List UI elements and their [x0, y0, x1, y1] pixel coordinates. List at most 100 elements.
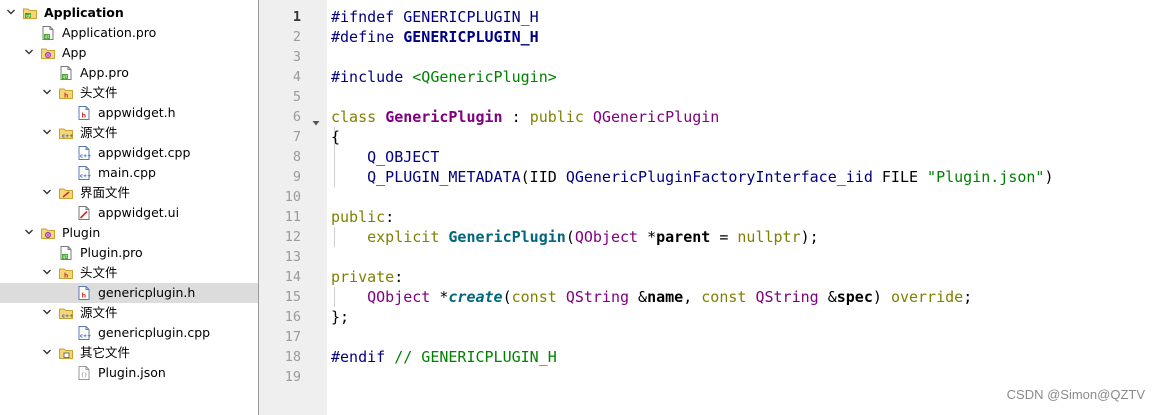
code-line[interactable]: Q_OBJECT: [331, 147, 439, 167]
code-line[interactable]: explicit GenericPlugin(QObject *parent =…: [331, 227, 819, 247]
fold-marker-icon[interactable]: [312, 112, 320, 126]
svg-text:h: h: [64, 93, 68, 100]
tree-item-label: 其它文件: [80, 345, 131, 360]
code-token: parent: [656, 228, 711, 246]
tree-item[interactable]: c++ 源文件: [0, 123, 258, 143]
code-token: QGenericPlugin: [592, 108, 720, 126]
tree-item[interactable]: h genericplugin.h: [0, 283, 258, 303]
chevron-down-icon[interactable]: [42, 187, 52, 197]
tree-item-label: 界面文件: [80, 185, 131, 200]
header-folder-icon: h: [58, 265, 74, 281]
line-number-gutter: 1 2 3 4 5 6 7 8 9 10 11 12 13 14 15 16 17 18 19: [259, 0, 327, 415]
code-token: explicit: [367, 228, 449, 246]
chevron-down-icon[interactable]: [42, 127, 52, 137]
tree-item[interactable]: c++ main.cpp: [0, 163, 258, 183]
code-token: :: [385, 208, 395, 226]
tree-item[interactable]: appwidget.ui: [0, 203, 258, 223]
chevron-down-icon[interactable]: [42, 87, 52, 97]
code-token: ): [872, 288, 891, 306]
svg-text:c++: c++: [62, 134, 73, 140]
tree-item[interactable]: qt Application.pro: [0, 23, 258, 43]
chevron-down-icon[interactable]: [42, 307, 52, 317]
tree-item[interactable]: c++ appwidget.cpp: [0, 143, 258, 163]
tree-item[interactable]: 界面文件: [0, 183, 258, 203]
tree-item[interactable]: qt App.pro: [0, 63, 258, 83]
chevron-down-icon[interactable]: [42, 347, 52, 357]
cpp-file-icon: c++: [76, 145, 92, 161]
code-line[interactable]: #define GENERICPLUGIN_H: [331, 27, 539, 47]
tree-item[interactable]: h 头文件: [0, 263, 258, 283]
tree-item[interactable]: Plugin: [0, 223, 258, 243]
svg-text:qt: qt: [26, 13, 31, 19]
tree-item-label: Application: [44, 5, 124, 20]
code-token: #include: [331, 68, 413, 86]
header-file-icon: h: [76, 105, 92, 121]
watermark: CSDN @Simon@QZTV: [1006, 387, 1145, 402]
tree-item[interactable]: 其它文件: [0, 343, 258, 363]
tree-item-label: appwidget.h: [98, 105, 176, 120]
code-token: const: [701, 288, 756, 306]
tree-item[interactable]: h appwidget.h: [0, 103, 258, 123]
line-number: 19: [284, 369, 301, 385]
code-token: ): [1044, 168, 1054, 186]
tree-item-label: genericplugin.cpp: [98, 325, 211, 340]
svg-text:qt: qt: [63, 254, 68, 260]
ui-file-icon: [76, 205, 92, 221]
tree-item[interactable]: App: [0, 43, 258, 63]
code-editor[interactable]: 1 2 3 4 5 6 7 8 9 10 11 12 13 14 15 16 17 18 19 #ifndef GE…: [259, 0, 1159, 415]
code-line[interactable]: #include <QGenericPlugin>: [331, 67, 557, 87]
code-line[interactable]: #ifndef GENERICPLUGIN_H: [331, 7, 539, 27]
code-token: GENERICPLUGIN_H: [403, 8, 539, 26]
project-tree[interactable]: qt Application qt Application.pro App qt App.p…: [0, 0, 259, 415]
code-token: {: [331, 128, 341, 146]
code-line[interactable]: };: [331, 307, 349, 327]
code-line[interactable]: Q_PLUGIN_METADATA(IID QGenericPluginFact…: [331, 167, 1053, 187]
line-number: 11: [284, 209, 301, 225]
tree-item-label: Plugin.pro: [80, 245, 143, 260]
code-line[interactable]: #endif // GENERICPLUGIN_H: [331, 347, 557, 367]
tree-item-label: App.pro: [80, 65, 129, 80]
line-number: 4: [292, 69, 301, 85]
tree-item-label: Application.pro: [62, 25, 157, 40]
forms-folder-icon: [58, 185, 74, 201]
code-token: =: [710, 228, 738, 246]
line-number: 15: [284, 289, 301, 305]
code-line[interactable]: {: [331, 127, 340, 147]
tree-item[interactable]: {} Plugin.json: [0, 363, 258, 383]
line-number: 14: [284, 269, 301, 285]
tree-item[interactable]: c++ genericplugin.cpp: [0, 323, 258, 343]
code-token: :: [502, 108, 530, 126]
code-line[interactable]: class GenericPlugin : public QGenericPlu…: [331, 107, 719, 127]
svg-text:c++: c++: [80, 154, 91, 160]
line-number: 5: [292, 89, 301, 105]
code-token: QString: [565, 288, 630, 306]
chevron-down-icon[interactable]: [42, 267, 52, 277]
svg-text:{}: {}: [81, 373, 87, 379]
code-token: *: [430, 288, 449, 306]
tree-item-label: appwidget.cpp: [98, 145, 191, 160]
code-token: Q_OBJECT: [367, 148, 440, 166]
code-line[interactable]: private:: [331, 267, 403, 287]
subproject-icon: [40, 225, 56, 241]
code-token: spec: [836, 288, 873, 306]
chevron-down-icon[interactable]: [24, 227, 34, 237]
chevron-down-icon[interactable]: [24, 47, 34, 57]
source-folder-icon: c++: [58, 305, 74, 321]
subproject-icon: [40, 45, 56, 61]
tree-item[interactable]: h 头文件: [0, 83, 258, 103]
tree-item[interactable]: qt Plugin.pro: [0, 243, 258, 263]
tree-item[interactable]: c++ 源文件: [0, 303, 258, 323]
header-file-icon: h: [76, 285, 92, 301]
code-line[interactable]: QObject *create(const QString &name, con…: [331, 287, 972, 307]
code-line[interactable]: public:: [331, 207, 394, 227]
tree-item-label: 头文件: [80, 85, 118, 100]
line-number: 1: [292, 9, 301, 25]
tree-item-label: App: [62, 45, 87, 60]
tree-item[interactable]: qt Application: [0, 3, 258, 23]
line-number: 2: [292, 29, 301, 45]
svg-text:c++: c++: [80, 334, 91, 340]
chevron-down-icon[interactable]: [6, 7, 16, 17]
